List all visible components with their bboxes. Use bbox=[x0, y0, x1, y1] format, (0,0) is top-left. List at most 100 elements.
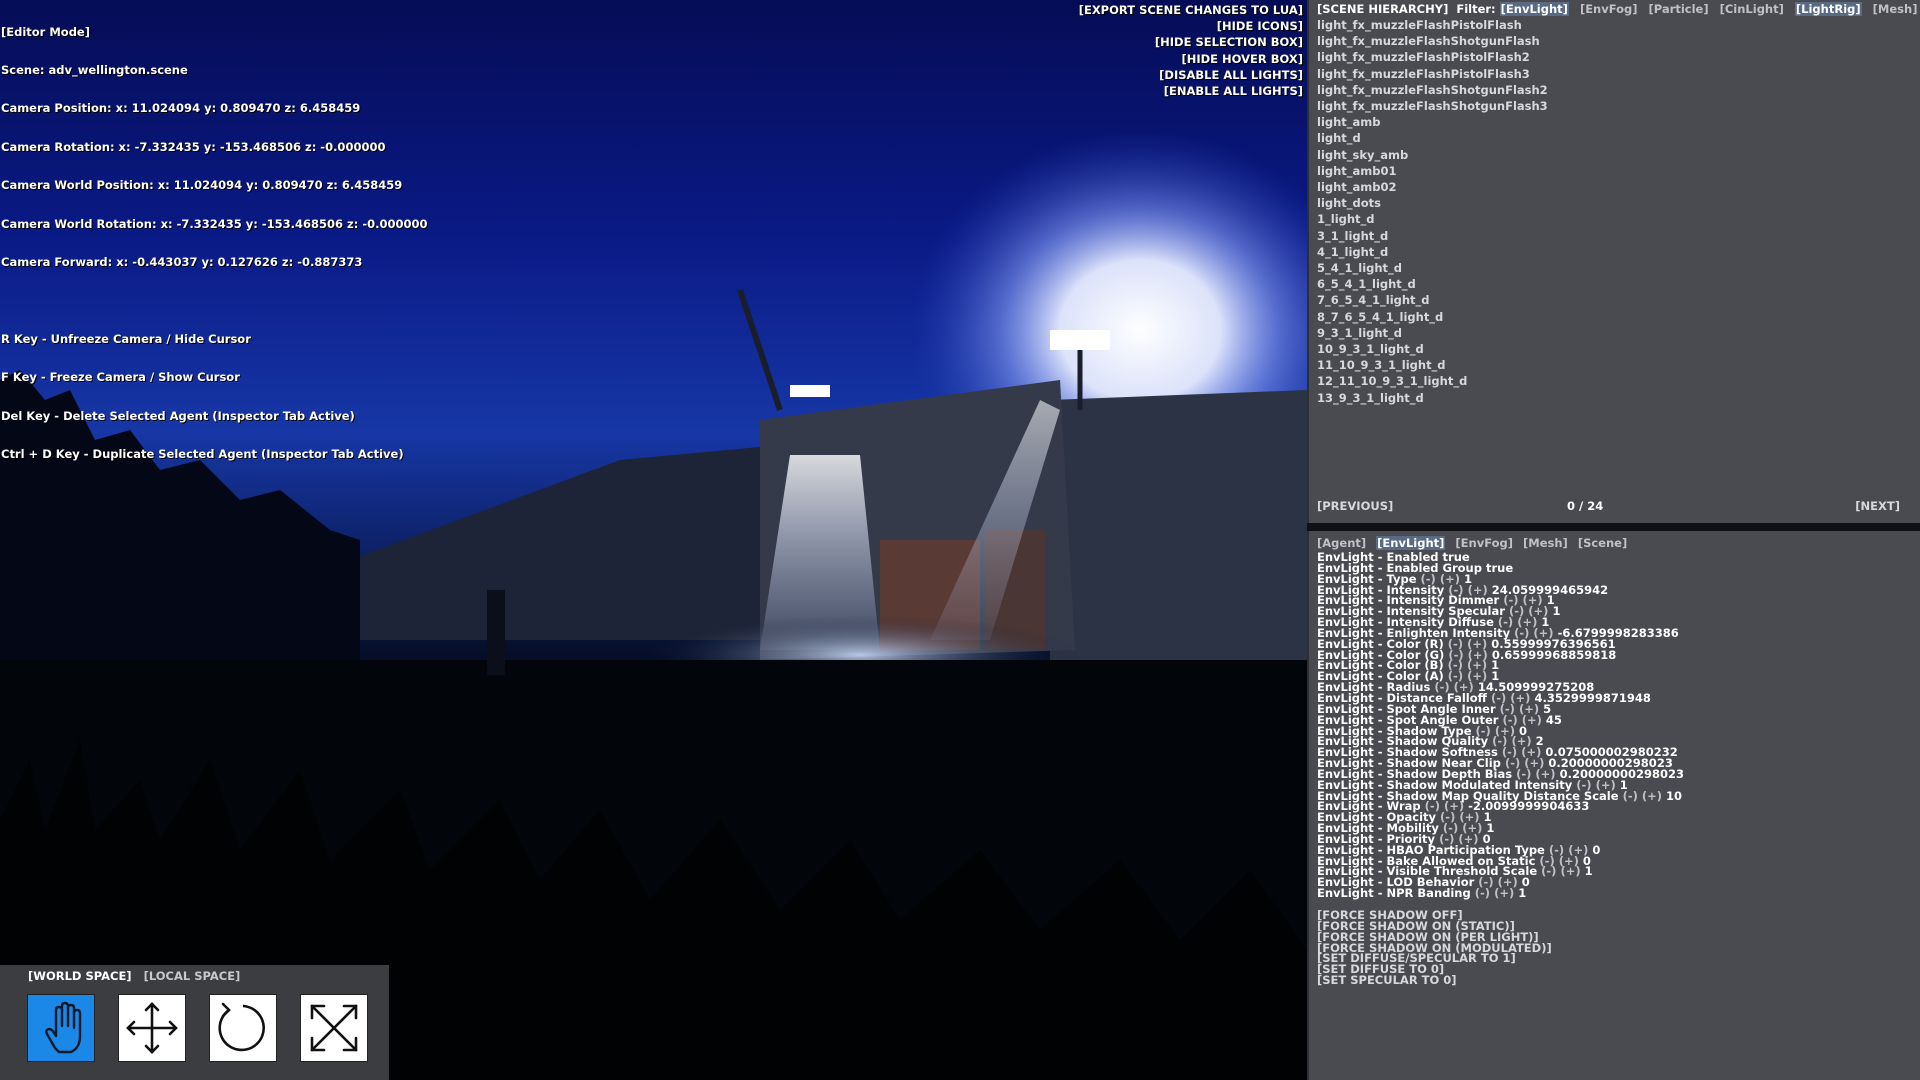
list-item[interactable]: 4_1_light_d bbox=[1317, 244, 1548, 260]
next-page-button[interactable]: [NEXT] bbox=[1855, 499, 1900, 513]
camera-world-position-label: Camera World Position: x: 11.024094 y: 0… bbox=[1, 178, 403, 193]
hint-delete: Del Key - Delete Selected Agent (Inspect… bbox=[1, 408, 355, 423]
previous-page-button[interactable]: [PREVIOUS] bbox=[1317, 499, 1393, 513]
figure-silhouette bbox=[487, 590, 505, 675]
list-item[interactable]: light_amb01 bbox=[1317, 163, 1548, 179]
hide-hover-box-button[interactable]: [HIDE HOVER BOX] bbox=[1079, 51, 1303, 67]
property-name: EnvLight - NPR Banding bbox=[1317, 886, 1471, 901]
scene-name-label: Scene: adv_wellington.scene bbox=[1, 62, 188, 77]
list-item[interactable]: 6_5_4_1_light_d bbox=[1317, 276, 1548, 292]
hint-unfreeze: R Key - Unfreeze Camera / Hide Cursor bbox=[1, 331, 251, 346]
property-row: EnvLight - NPR Banding (-) (+) 1 bbox=[1317, 886, 1684, 901]
list-item[interactable]: 12_11_10_9_3_1_light_d bbox=[1317, 373, 1548, 389]
list-item[interactable]: light_sky_amb bbox=[1317, 147, 1548, 163]
hide-selection-box-button[interactable]: [HIDE SELECTION BOX] bbox=[1079, 34, 1303, 50]
property-value: 45 bbox=[1545, 712, 1562, 727]
tab-envfog[interactable]: [EnvFog] bbox=[1455, 536, 1513, 550]
filter-envfog[interactable]: [EnvFog] bbox=[1580, 2, 1638, 16]
tab-scene[interactable]: [Scene] bbox=[1578, 536, 1627, 550]
property-list: EnvLight - Enabled true EnvLight - Enable… bbox=[1317, 551, 1684, 901]
increment-button[interactable]: (+) bbox=[1642, 789, 1662, 803]
filter-lightrig[interactable]: [LightRig] bbox=[1794, 2, 1862, 16]
camera-world-rotation-label: Camera World Rotation: x: -7.332435 y: -… bbox=[1, 216, 428, 231]
increment-button[interactable]: (+) bbox=[1560, 864, 1580, 878]
world-space-tab[interactable]: [WORLD SPACE] bbox=[28, 969, 132, 983]
property-value: 1 bbox=[1584, 864, 1593, 879]
inspector-actions: [FORCE SHADOW OFF] [FORCE SHADOW ON (STA… bbox=[1317, 909, 1552, 986]
list-item[interactable]: 8_7_6_5_4_1_light_d bbox=[1317, 309, 1548, 325]
property-value: 0.65999968859818 bbox=[1491, 647, 1617, 662]
property-value: 0 bbox=[1592, 842, 1601, 857]
scale-icon bbox=[310, 1004, 358, 1052]
property-value: 4.3529999871948 bbox=[1534, 690, 1651, 705]
increment-button[interactable]: (+) bbox=[1494, 886, 1514, 900]
filter-particle[interactable]: [Particle] bbox=[1649, 2, 1709, 16]
rotate-tool-button[interactable] bbox=[209, 994, 277, 1062]
filter-cinlight[interactable]: [CinLight] bbox=[1720, 2, 1784, 16]
filter-envlight[interactable]: [EnvLight] bbox=[1499, 2, 1569, 16]
tab-envlight[interactable]: [EnvLight] bbox=[1376, 536, 1446, 550]
list-item[interactable]: 11_10_9_3_1_light_d bbox=[1317, 357, 1548, 373]
inspector-panel: [Agent] [EnvLight] [EnvFog] [Mesh] [Scen… bbox=[1307, 531, 1920, 1080]
list-item[interactable]: light_fx_muzzleFlashPistolFlash2 bbox=[1317, 49, 1548, 65]
disable-all-lights-button[interactable]: [DISABLE ALL LIGHTS] bbox=[1079, 67, 1303, 83]
viewport-actions: [EXPORT SCENE CHANGES TO LUA] [HIDE ICON… bbox=[1079, 2, 1303, 99]
camera-position-label: Camera Position: x: 11.024094 y: 0.80947… bbox=[1, 101, 361, 116]
set-specular-zero-button[interactable]: [SET SPECULAR TO 0] bbox=[1317, 974, 1552, 986]
list-item[interactable]: light_fx_muzzleFlashShotgunFlash2 bbox=[1317, 82, 1548, 98]
tab-agent[interactable]: [Agent] bbox=[1317, 536, 1366, 550]
list-item[interactable]: light_fx_muzzleFlashPistolFlash bbox=[1317, 17, 1548, 33]
panel-divider[interactable] bbox=[1307, 523, 1920, 531]
list-item[interactable]: 13_9_3_1_light_d bbox=[1317, 390, 1548, 406]
filter-label: Filter: bbox=[1456, 2, 1496, 16]
editor-mode-label: [Editor Mode] bbox=[1, 24, 90, 39]
list-item[interactable]: light_dots bbox=[1317, 195, 1548, 211]
list-item[interactable]: light_fx_muzzleFlashShotgunFlash3 bbox=[1317, 98, 1548, 114]
hierarchy-list: light_fx_muzzleFlashPistolFlash light_fx… bbox=[1317, 17, 1548, 406]
floodlight-left bbox=[790, 385, 830, 397]
property-value: 1 bbox=[1518, 886, 1527, 901]
hint-duplicate: Ctrl + D Key - Duplicate Selected Agent … bbox=[1, 446, 404, 461]
editor-info: [Editor Mode] Scene: adv_wellington.scen… bbox=[1, 0, 427, 486]
list-item[interactable]: 10_9_3_1_light_d bbox=[1317, 341, 1548, 357]
export-scene-button[interactable]: [EXPORT SCENE CHANGES TO LUA] bbox=[1079, 2, 1303, 18]
move-tool-button[interactable] bbox=[118, 994, 186, 1062]
enable-all-lights-button[interactable]: [ENABLE ALL LIGHTS] bbox=[1079, 83, 1303, 99]
list-item[interactable]: 7_6_5_4_1_light_d bbox=[1317, 292, 1548, 308]
hide-icons-button[interactable]: [HIDE ICONS] bbox=[1079, 18, 1303, 34]
crane-arm bbox=[737, 289, 783, 411]
page-counter: 0 / 24 bbox=[1567, 499, 1604, 513]
hand-icon bbox=[45, 1001, 82, 1054]
property-value: 1 bbox=[1552, 604, 1561, 619]
list-item[interactable]: light_fx_muzzleFlashShotgunFlash bbox=[1317, 33, 1548, 49]
hint-freeze: F Key - Freeze Camera / Show Cursor bbox=[1, 370, 240, 385]
list-item[interactable]: 5_4_1_light_d bbox=[1317, 260, 1548, 276]
scene-hierarchy-panel: [SCENE HIERARCHY] Filter: [EnvLight] [Env… bbox=[1307, 0, 1920, 523]
decrement-button[interactable]: (-) bbox=[1623, 789, 1638, 803]
tab-mesh[interactable]: [Mesh] bbox=[1523, 536, 1568, 550]
list-item[interactable]: light_amb bbox=[1317, 114, 1548, 130]
property-value[interactable]: true bbox=[1486, 561, 1513, 575]
scene-viewport[interactable]: [Editor Mode] Scene: adv_wellington.scen… bbox=[0, 0, 1307, 1080]
list-item[interactable]: 9_3_1_light_d bbox=[1317, 325, 1548, 341]
list-item[interactable]: light_amb02 bbox=[1317, 179, 1548, 195]
camera-forward-label: Camera Forward: x: -0.443037 y: 0.127626… bbox=[1, 254, 363, 269]
local-space-tab[interactable]: [LOCAL SPACE] bbox=[144, 969, 241, 983]
rotate-icon bbox=[218, 1002, 265, 1052]
camera-rotation-label: Camera Rotation: x: -7.332435 y: -153.46… bbox=[1, 139, 386, 154]
property-value: 10 bbox=[1666, 788, 1683, 803]
transform-panel: [WORLD SPACE] [LOCAL SPACE] bbox=[0, 965, 389, 1080]
wall-right bbox=[1050, 390, 1307, 660]
decrement-button[interactable]: (-) bbox=[1475, 886, 1490, 900]
filter-mesh[interactable]: [Mesh] bbox=[1873, 2, 1918, 16]
move-icon bbox=[126, 1002, 178, 1054]
list-item[interactable]: 3_1_light_d bbox=[1317, 228, 1548, 244]
hierarchy-title: [SCENE HIERARCHY] bbox=[1317, 2, 1449, 16]
floodlight-right bbox=[1050, 330, 1110, 350]
list-item[interactable]: light_fx_muzzleFlashPistolFlash3 bbox=[1317, 66, 1548, 82]
scale-tool-button[interactable] bbox=[300, 994, 368, 1062]
list-item[interactable]: light_d bbox=[1317, 130, 1548, 146]
list-item[interactable]: 1_light_d bbox=[1317, 211, 1548, 227]
hand-tool-button[interactable] bbox=[27, 994, 95, 1062]
decrement-button[interactable]: (-) bbox=[1541, 864, 1556, 878]
